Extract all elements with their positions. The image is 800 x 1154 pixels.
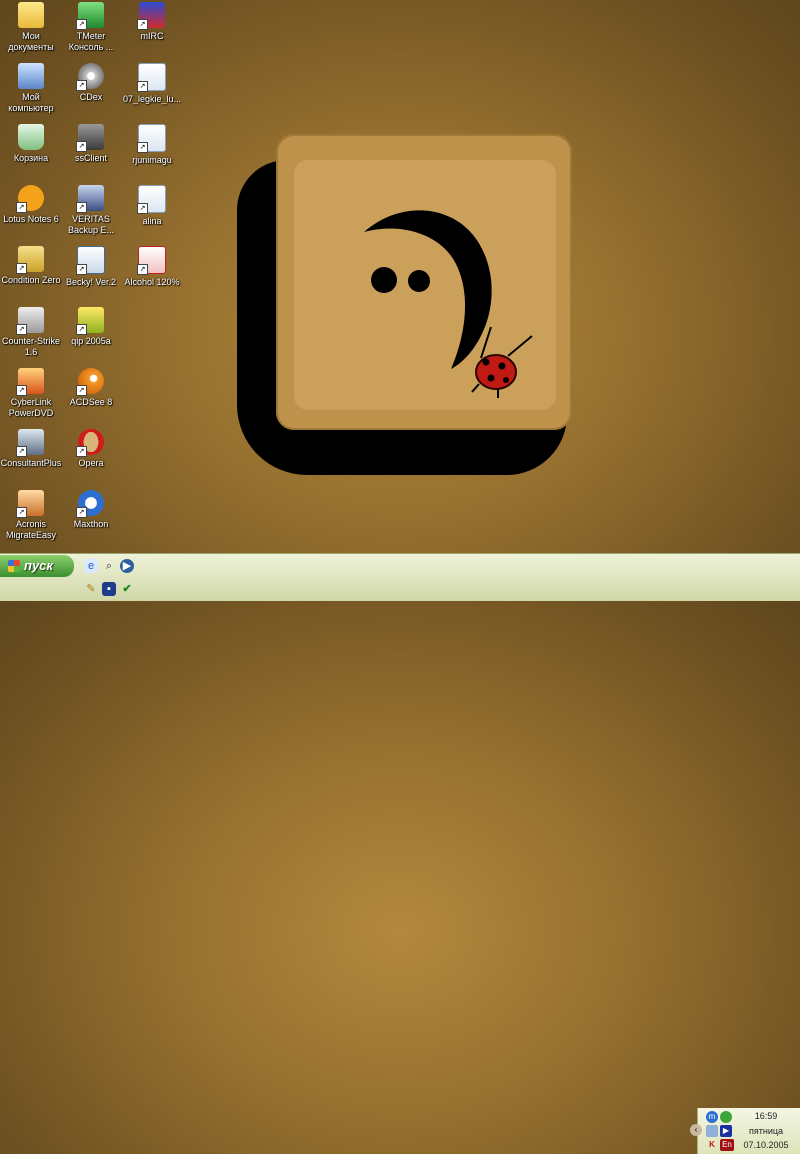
ie-icon[interactable]: e xyxy=(84,559,98,573)
alcohol-icon: ↗ xyxy=(137,246,166,275)
icon-label: 07_legkie_lu... xyxy=(122,94,182,104)
desktop-icon-ssclient[interactable]: ↗ ssClient xyxy=(60,124,122,164)
my-computer-icon xyxy=(18,63,44,89)
desktop: Мои документы Мой компьютер Корзина ↗ Lo… xyxy=(0,0,800,553)
lotus-notes-icon: ↗ xyxy=(16,185,44,213)
start-label: пуск xyxy=(24,558,53,573)
icon-label: Мой компьютер xyxy=(8,92,54,113)
taskbar: пуск e ⌕ ▶ ✎ ▪ ✔ ‹ m ▶ K En 16:59 пятниц… xyxy=(0,553,800,1154)
language-icon[interactable]: En xyxy=(720,1139,734,1151)
start-button[interactable]: пуск xyxy=(0,555,74,577)
desktop-icon-becky[interactable]: ↗ Becky! Ver.2 xyxy=(60,246,122,288)
icon-label: ACDSee 8 xyxy=(69,397,113,407)
search-icon[interactable]: ⌕ xyxy=(102,559,116,573)
consultantplus-icon: ↗ xyxy=(16,429,44,457)
icon-label: TMeter Консоль ... xyxy=(68,31,114,52)
desktop-icon-condition-zero[interactable]: ↗ Condition Zero xyxy=(0,246,62,286)
desktop-icon-maxthon[interactable]: ↗ Maxthon xyxy=(60,490,122,530)
qip-tray-icon[interactable] xyxy=(720,1111,732,1123)
desktop-icon-audio-alina[interactable]: ↗ alina xyxy=(121,185,183,227)
veritas-icon: ↗ xyxy=(76,185,104,213)
icon-label: Мои документы xyxy=(8,31,54,52)
desktop-icon-tmeter[interactable]: ↗ TMeter Консоль ... xyxy=(60,2,122,53)
media-tray-icon[interactable]: ▶ xyxy=(720,1125,732,1137)
tmeter-icon: ↗ xyxy=(76,2,104,30)
condition-zero-icon: ↗ xyxy=(16,246,44,274)
desktop-icon-opera[interactable]: ↗ Opera xyxy=(60,429,122,469)
desktop-icon-lotus-notes[interactable]: ↗ Lotus Notes 6 xyxy=(0,185,62,225)
wallpaper-smiley-ladybug xyxy=(364,210,533,398)
desktop-icon-acdsee[interactable]: ↗ ACDSee 8 xyxy=(60,368,122,408)
check-icon[interactable]: ✔ xyxy=(120,582,134,596)
audio-file-icon: ↗ xyxy=(137,185,166,214)
system-tray: ‹ m ▶ K En 16:59 пятница 07.10.2005 xyxy=(690,1108,800,1154)
qip-icon: ↗ xyxy=(76,307,104,335)
icon-label: CDex xyxy=(79,92,103,102)
icon-label: Counter-Strike 1.6 xyxy=(1,336,61,357)
kaspersky-icon[interactable]: K xyxy=(706,1139,718,1151)
icon-label: Becky! Ver.2 xyxy=(65,277,117,287)
counter-strike-icon: ↗ xyxy=(16,307,44,335)
icon-label: alina xyxy=(142,216,162,226)
icon-label: ConsultantPlus xyxy=(0,458,62,468)
icon-label: VERITAS Backup E... xyxy=(67,214,115,235)
icon-label: mIRC xyxy=(140,31,164,41)
opera-icon: ↗ xyxy=(76,429,104,457)
powerdvd-icon: ↗ xyxy=(16,368,44,396)
icon-label: rjunimagu xyxy=(132,155,172,165)
desktop-icon-audio-07-legkie[interactable]: ↗ 07_legkie_lu... xyxy=(121,63,183,105)
becky-icon: ↗ xyxy=(76,246,105,275)
media-player-icon[interactable]: ▶ xyxy=(120,559,134,573)
desktop-icon-powerdvd[interactable]: ↗ CyberLink PowerDVD xyxy=(0,368,62,419)
ssclient-icon: ↗ xyxy=(76,124,104,152)
maxthon-icon: ↗ xyxy=(76,490,104,518)
icon-label: Lotus Notes 6 xyxy=(3,214,59,224)
tool-icon[interactable]: ✎ xyxy=(84,582,98,596)
my-documents-icon xyxy=(18,2,44,28)
clock-day: пятница xyxy=(748,1126,784,1136)
maxthon-tray-icon[interactable]: m xyxy=(706,1111,718,1123)
desktop-icon-qip[interactable]: ↗ qip 2005a xyxy=(60,307,122,347)
icon-label: Condition Zero xyxy=(1,275,61,285)
icon-label: Корзина xyxy=(13,153,49,163)
clock-date: 07.10.2005 xyxy=(743,1140,789,1150)
acdsee-icon: ↗ xyxy=(76,368,104,396)
desktop-icon-counter-strike[interactable]: ↗ Counter-Strike 1.6 xyxy=(0,307,62,358)
recycle-bin-icon xyxy=(18,124,44,150)
icon-label: Opera xyxy=(78,458,104,468)
windows-logo-icon xyxy=(8,560,20,572)
desktop-icon-consultantplus[interactable]: ↗ ConsultantPlus xyxy=(0,429,62,469)
icon-label: Alcohol 120% xyxy=(124,277,180,287)
icon-label: Acronis MigrateEasy xyxy=(5,519,57,540)
save-icon[interactable]: ▪ xyxy=(102,582,116,596)
audio-file-icon: ↗ xyxy=(137,63,166,92)
show-hidden-icons-button[interactable]: ‹ xyxy=(690,1124,702,1136)
desktop-icon-cdex[interactable]: ↗ CDex xyxy=(60,63,122,103)
network-icon[interactable] xyxy=(706,1125,718,1137)
icon-label: Maxthon xyxy=(73,519,109,529)
desktop-icon-audio-rjunimagu[interactable]: ↗ rjunimagu xyxy=(121,124,183,166)
audio-file-icon: ↗ xyxy=(137,124,166,153)
desktop-icon-acronis[interactable]: ↗ Acronis MigrateEasy xyxy=(0,490,62,541)
desktop-icon-alcohol[interactable]: ↗ Alcohol 120% xyxy=(121,246,183,288)
icon-label: CyberLink PowerDVD xyxy=(8,397,54,418)
cdex-icon: ↗ xyxy=(76,63,104,91)
mirc-icon: ↗ xyxy=(137,2,165,30)
acronis-icon: ↗ xyxy=(16,490,44,518)
desktop-icon-mirc[interactable]: ↗ mIRC xyxy=(121,2,183,42)
desktop-icon-my-computer[interactable]: Мой компьютер xyxy=(0,63,62,114)
icon-label: ssClient xyxy=(74,153,107,163)
clock-time[interactable]: 16:59 xyxy=(736,1111,796,1121)
desktop-icon-recycle-bin[interactable]: Корзина xyxy=(0,124,62,164)
icon-label: qip 2005a xyxy=(71,336,111,346)
desktop-icon-my-documents[interactable]: Мои документы xyxy=(0,2,62,53)
desktop-icon-veritas[interactable]: ↗ VERITAS Backup E... xyxy=(60,185,122,236)
